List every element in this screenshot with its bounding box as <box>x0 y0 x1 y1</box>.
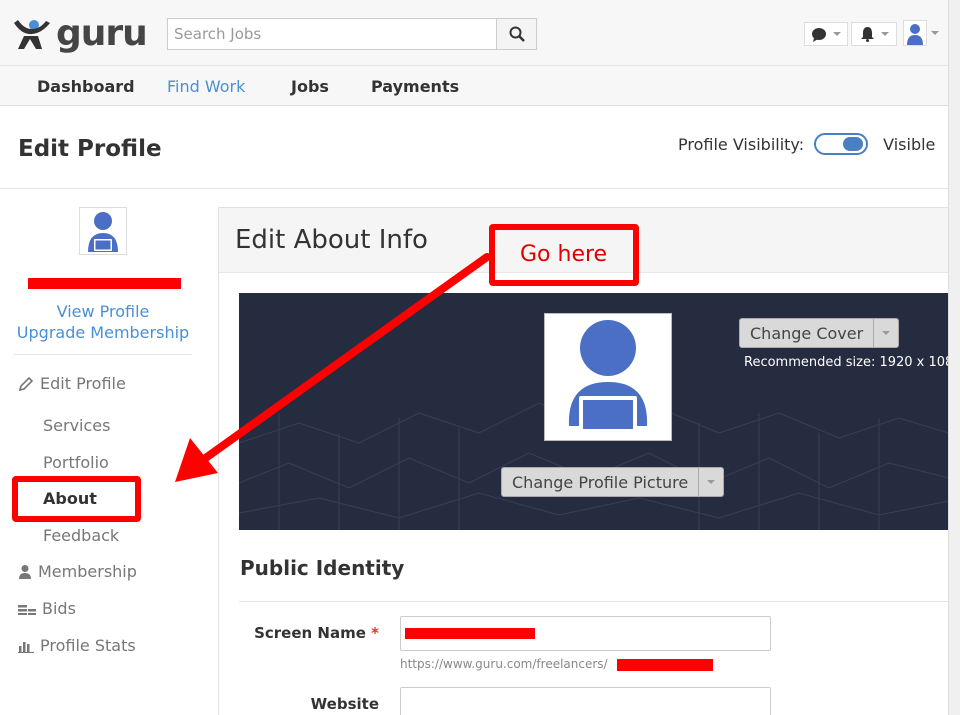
annotation-arrow-icon <box>175 253 491 482</box>
scrollbar[interactable] <box>948 0 960 715</box>
